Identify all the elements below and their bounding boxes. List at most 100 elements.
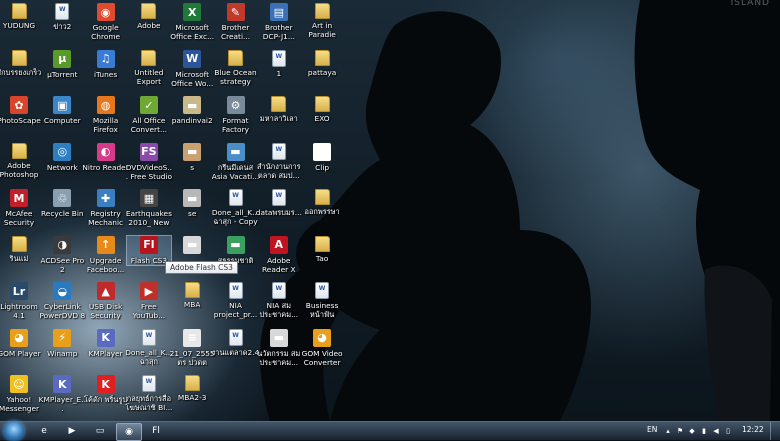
tray-volume-icon[interactable]: ◀ [712, 426, 720, 435]
desktop-icon-nia-som[interactable]: W NIA สม ประชาคม... [257, 282, 301, 319]
desktop-icon-nitro-reader[interactable]: ◐ Nitro Reader [82, 142, 129, 172]
desktop-icon-exo[interactable]: EXO [300, 96, 344, 123]
desktop-icon-earthquakes[interactable]: ▦ Earthquakes 2010_ New ... [126, 189, 172, 227]
desktop-icon-winamp[interactable]: ⚡ Winamp [40, 328, 84, 358]
desktop-icon-kmplayer-e[interactable]: K KMPlayer_E... [39, 375, 86, 413]
desktop-icon-lightroom[interactable]: Lr Lightroom 4.1 [0, 282, 41, 320]
taskbar-explorer-button[interactable]: ▭ [88, 423, 112, 439]
desktop-icon-untitled-export[interactable]: Untitled Export [127, 49, 171, 86]
desktop-icon-computer[interactable]: ▣ Computer [40, 96, 84, 125]
taskbar-media-player-button[interactable]: ▶ [60, 423, 84, 439]
desktop-icon-rinnaa[interactable]: รินแม่ [0, 235, 41, 263]
desktop-icon-label: Winamp [47, 348, 78, 358]
desktop-icon-dvdvideosoft[interactable]: FS DVDVideoS... Free Studio [126, 142, 172, 181]
taskbar-ie-button[interactable]: e [32, 423, 56, 439]
desktop-icon-microsoft-office-excel[interactable]: X Microsoft Office Exc... [170, 3, 214, 41]
desktop-icon-asia-vacation[interactable]: ▬ กรีนมีเดนส Asia Vacati... [212, 142, 259, 181]
desktop-icon-network[interactable]: ◎ Network [40, 142, 84, 172]
desktop-icon-file-blank[interactable]: ▬ [170, 235, 214, 256]
desktop-icon-se[interactable]: ▬ se [170, 189, 214, 218]
desktop-icon-google-chrome[interactable]: ◉ Google Chrome [84, 3, 128, 41]
tray-security-icon[interactable]: ◆ [688, 426, 696, 435]
desktop-icon-file-1[interactable]: W1 [257, 49, 301, 78]
desktop-icon-usb-disk-security[interactable]: ▲ USB Disk Security [84, 282, 128, 320]
desktop-icon-aokpraya[interactable]: ออกพรรษา [300, 189, 344, 216]
desktop-icon-nawatkam[interactable]: ▬ นวัตกรรม สม ประชาคม... [257, 328, 301, 367]
desktop-icon-label: Mozilla Firefox [92, 116, 119, 134]
desktop-icon-label: MBA [183, 300, 201, 309]
desktop-icon-nia-project[interactable]: W NIA project_pr... [214, 282, 258, 319]
desktop-icon-microsoft-office-word[interactable]: W Microsoft Office Wo... [170, 49, 214, 88]
desktop-icon-clip[interactable]: Clip [300, 142, 344, 172]
tray-power-icon[interactable]: ▯ [724, 426, 732, 435]
desktop-icon-s[interactable]: ▬ s [170, 142, 214, 172]
desktop-icon-acdsee-pro[interactable]: ◑ ACDSee Pro 2 [40, 235, 84, 274]
desktop-icon-blue-ocean-strategy[interactable]: Blue Ocean strategy [214, 49, 258, 86]
desktop-icon-sakbrasong[interactable]: สักบรรยงเกร็ว [0, 49, 41, 77]
desktop-icon-done-all-copy[interactable]: W Done_all_K... ฉาสุก - Copy [212, 189, 259, 226]
document-icon: W [315, 282, 330, 299]
folder-icon [141, 3, 157, 19]
desktop-icon-itunes[interactable]: ♫ iTunes [84, 49, 128, 79]
desktop-icon-label: iTunes [93, 69, 118, 79]
desktop-icon-label: se [187, 209, 197, 218]
desktop-icon-kodak-photo[interactable]: K โค้ดัก พริ้นรูป [84, 375, 128, 404]
taskbar-chrome-button[interactable]: ◉ [116, 423, 142, 441]
desktop-icon-cyberlink-powerdvd[interactable]: ◒ CyberLink PowerDVD 8 [39, 282, 85, 320]
desktop-icon-gom-video-converter[interactable]: ◕ GOM Video Converter [300, 328, 344, 367]
desktop-icon-khao2[interactable]: W ข่าว2 [40, 3, 84, 31]
desktop-icon-mcafee[interactable]: M McAfee Security Sc... [0, 189, 41, 227]
desktop-icon-adobe-reader-x[interactable]: A Adobe Reader X [257, 235, 301, 274]
tray-arrow-icon[interactable]: ▴ [664, 426, 672, 435]
desktop-icon-datapornbai[interactable]: Wdataพรบมร... [256, 189, 302, 217]
desktop-icon-mba2-3[interactable]: MBA2-3 [170, 375, 214, 402]
desktop-icon-label: Blue Ocean strategy [214, 67, 257, 86]
desktop-icon-free-youtube[interactable]: ▶ Free YouTub... [127, 282, 171, 320]
desktop-icon-format-factory[interactable]: ⚙ Format Factory [214, 96, 258, 134]
show-desktop-button[interactable] [770, 422, 780, 440]
desktop-icon-label: สำนักงานการตลาด สมป... [257, 161, 301, 180]
desktop-icon-adobe[interactable]: Adobe [127, 3, 171, 30]
microsoft-office-word-icon: W [183, 49, 202, 68]
desktop-icon-photoscape[interactable]: ✿ PhotoScape [0, 96, 41, 125]
se-icon: ▬ [183, 189, 202, 207]
desktop-icon-pandinvai2[interactable]: ▬ pandinvai2 [170, 96, 214, 125]
desktop-icon-kodsthai[interactable]: W กลยุทธ์การสื่อ โฆษณาซิ BI... [125, 375, 172, 412]
desktop-icon-gom-player[interactable]: ◕ GOM Player [0, 328, 41, 358]
start-button[interactable] [4, 421, 24, 441]
desktop-icon-registry-mechanic[interactable]: ✚ Registry Mechanic [84, 189, 128, 227]
tray-flag-icon[interactable]: ⚑ [676, 426, 684, 435]
desktop-icon-kmplayer[interactable]: K KMPlayer [84, 328, 128, 358]
desktop-icon-pattaya[interactable]: pattaya [300, 49, 344, 77]
desktop-icon-mahawittayalai[interactable]: มหาลาวิเลา [257, 96, 301, 123]
itunes-icon: ♫ [96, 49, 115, 68]
document-icon: W [271, 49, 286, 67]
desktop-icon-tao[interactable]: Tao [300, 235, 344, 263]
desktop-icon-brother-creative[interactable]: ✎ Brother Creati... [214, 3, 258, 41]
clock[interactable]: 12:22 [742, 425, 764, 434]
tray-network-icon[interactable]: ▮ [700, 426, 708, 435]
explorer-icon: ▭ [95, 426, 105, 436]
desktop-icon-samnak-ngan[interactable]: W สำนักงานการตลาด สมป... [257, 142, 301, 180]
desktop[interactable]: ISLAND YUDUNG W ข่าว2 ◉ Google Chrome Adobe X M… [0, 0, 780, 421]
desktop-icon-business[interactable]: W Business หน้าฟัน [300, 282, 344, 319]
desktop-icon-brother-dcp[interactable]: ▤ Brother DCP-J1... [257, 3, 301, 41]
desktop-icon-all-office-converter[interactable]: ✓ All Office Convert... [127, 96, 171, 134]
desktop-icon-yahoo-messenger[interactable]: ☺ Yahoo! Messenger [0, 375, 41, 413]
language-indicator[interactable]: EN [647, 425, 657, 434]
desktop-icon-mozilla-firefox[interactable]: ◍ Mozilla Firefox [84, 96, 128, 134]
desktop-icon-recycle-bin[interactable]: ♲ Recycle Bin [40, 189, 84, 218]
desktop-icon-art-in-paradise[interactable]: Art in Paradie [300, 3, 344, 39]
desktop-icon-label: Untitled Export [134, 67, 164, 86]
desktop-icon-done-all[interactable]: W Done_all_K... ฉาสุก [125, 328, 173, 366]
desktop-icon-ngan-tasat[interactable]: W งานแตลาด2.4 [212, 328, 259, 357]
taskbar-flash-taskbar-button[interactable]: Fl [144, 423, 168, 439]
desktop-icon-label: Brother DCP-J1... [262, 23, 295, 41]
desktop-icon-date-21-07-2555[interactable]: ≡ 21_07_2555 ตร ปวดต [170, 328, 215, 367]
desktop-icon-mba[interactable]: MBA [170, 282, 214, 309]
desktop-icon-adobe-photoshop[interactable]: Adobe Photoshop ... [0, 142, 41, 179]
desktop-icon-yudung[interactable]: YUDUNG [0, 3, 41, 30]
pandinvai2-icon: ▬ [183, 96, 202, 114]
desktop-icon-upgrade-facebook[interactable]: ↑ Upgrade Faceboo... [84, 235, 128, 274]
desktop-icon-utorrent[interactable]: µ µTorrent [40, 49, 84, 79]
